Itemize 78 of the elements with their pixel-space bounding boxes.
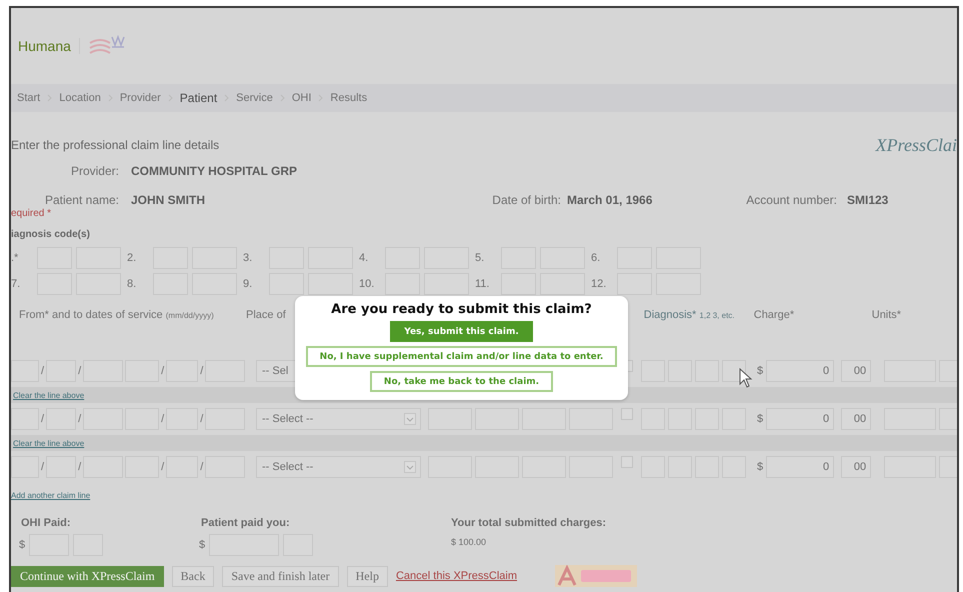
product-logo-text: XPressClai [876,134,957,156]
place-select[interactable]: -- Select -- [256,456,421,478]
currency-sign: $ [757,461,764,473]
breadcrumb-item[interactable]: Provider [120,92,161,104]
date-separator: / [78,413,82,425]
field-label: Account number: [745,192,837,206]
code-number: 2. [127,252,138,264]
code-number: 12. [591,278,608,290]
field-label: Date of birth: [491,192,561,206]
currency-sign: $ [757,365,764,377]
date-separator: / [161,461,164,473]
currency-sign: $ [757,413,764,425]
cents-field[interactable]: 00 [841,408,872,430]
breadcrumb-item[interactable]: OHI [292,92,312,104]
required-note: equired * [11,208,52,219]
code-number: 11. [475,278,490,290]
clear-line-link[interactable]: Clear the line above [13,390,84,400]
place-select[interactable]: -- Select -- [256,408,421,430]
total-label: OHI Paid: [21,517,72,529]
field-value: SMI123 [847,192,888,206]
breadcrumb-item[interactable]: Patient [180,91,218,105]
date-separator: / [41,461,44,473]
breadcrumb-item[interactable]: Location [59,92,101,104]
field-label: Patient name: [44,192,119,206]
total-label: Your total submitted charges: [451,517,606,529]
date-separator: / [161,413,164,425]
cents-field[interactable]: 00 [841,360,872,382]
cents-field[interactable]: 00 [841,456,872,478]
action-button[interactable]: Help [346,566,388,586]
date-separator: / [41,413,44,425]
action-button[interactable]: Back [172,566,214,586]
total-value: $ 100.00 [451,537,488,547]
date-separator: / [41,365,44,377]
dialog-title: Are you ready to submit this claim? [331,302,592,317]
currency-sign: $ [19,539,26,551]
column-header: From* and to dates of service (mm/dd/yyyy) [18,309,215,321]
continue-button[interactable]: Continue with XPressClaim [11,566,164,586]
charge-field[interactable]: 0 [766,456,834,478]
field-label: Provider: [70,164,119,178]
charge-field[interactable]: 0 [766,408,834,430]
code-number: 10. [359,278,376,290]
add-line-link[interactable]: Add another claim line [11,491,90,500]
date-separator: / [78,461,82,473]
date-separator: / [200,461,204,473]
currency-sign: $ [199,539,206,551]
breadcrumb-item[interactable]: Results [330,92,368,104]
field-value: March 01, 1966 [567,192,654,206]
date-separator: / [200,413,204,425]
date-separator: / [161,365,164,377]
action-button[interactable]: Save and finish later [222,566,339,586]
code-number: 6. [591,252,602,264]
column-header: Units* [872,309,902,321]
code-number: 8. [127,278,138,290]
cancel-link[interactable]: Cancel this XPressClaim [396,570,518,582]
code-number: 9. [243,278,254,290]
total-label: Patient paid you: [201,517,291,529]
code-number: .* [11,252,20,264]
column-header: Diagnosis* 1,2 3, etc. [644,309,736,321]
field-value: JOHN SMITH [131,192,206,206]
date-separator: / [78,365,82,377]
diagnosis-title: iagnosis code(s) [11,228,91,242]
code-number: 4. [359,252,370,264]
dialog-button[interactable]: No, take me back to the claim. [370,371,554,392]
field-value: COMMUNITY HOSPITAL GRP [131,164,298,178]
brand-logo-text: Humana [18,38,80,54]
code-number: 7. [11,278,22,290]
breadcrumb-item[interactable]: Start [17,92,40,104]
section-heading: Enter the professional claim line details [11,138,220,152]
clear-line-link[interactable]: Clear the line above [13,438,84,448]
column-header: Place of [245,309,286,321]
date-separator: / [200,365,204,377]
code-number: 3. [243,252,254,264]
code-number: 5. [475,252,486,264]
dialog-button[interactable]: Yes, submit this claim. [390,321,533,342]
column-header: Charge* [754,309,796,321]
breadcrumb-item[interactable]: Service [236,92,273,104]
dialog-button[interactable]: No, I have supplemental claim and/or line data to enter. [306,346,618,367]
charge-field[interactable]: 0 [766,360,834,382]
